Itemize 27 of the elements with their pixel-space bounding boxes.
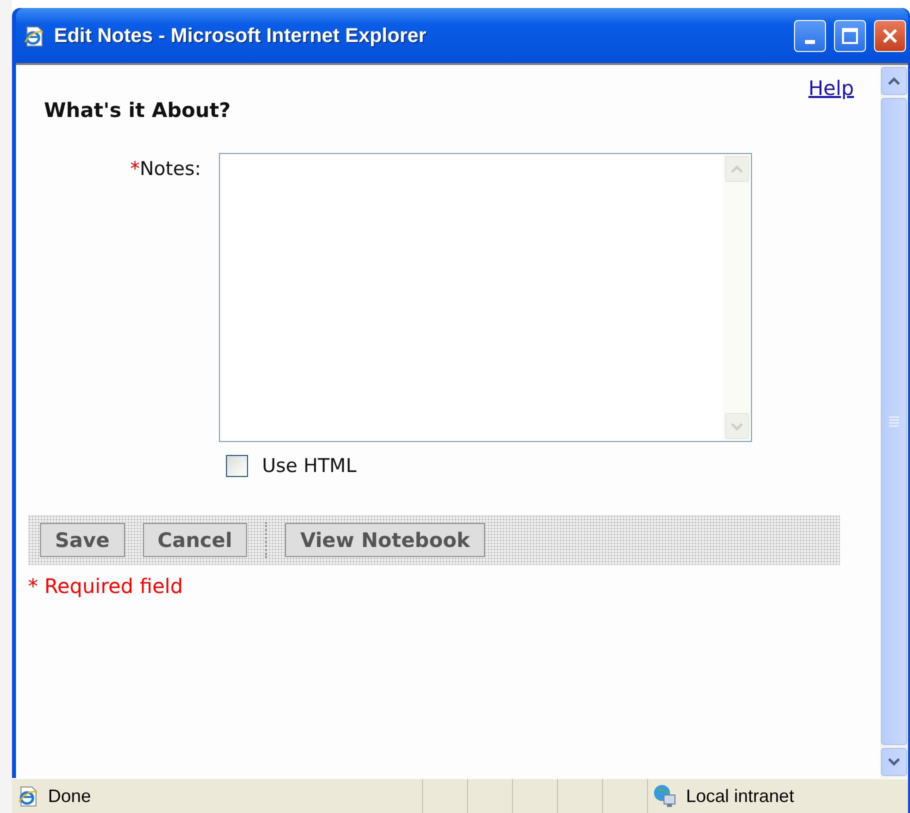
browser-page-icon (16, 784, 40, 808)
form-button[interactable]: View Notebook (285, 522, 485, 556)
notes-label: *Notes: (130, 158, 201, 180)
form-button[interactable]: Save (40, 522, 125, 556)
browser-page-icon (22, 24, 46, 48)
minimize-button[interactable] (794, 20, 826, 52)
checkbox-label: Use HTML (262, 454, 356, 479)
help-link[interactable]: Help (808, 73, 854, 103)
scroll-down-button[interactable] (881, 748, 907, 776)
window-title: Edit Notes - Microsoft Internet Explorer (54, 24, 428, 48)
form-button[interactable]: Cancel (142, 522, 248, 556)
form-heading: What's it About? (44, 97, 232, 124)
status-text: Done (48, 784, 92, 808)
maximize-icon (841, 26, 859, 44)
required-field-note: * Required field (28, 572, 184, 600)
scrollbar[interactable] (880, 65, 908, 778)
close-icon (881, 26, 899, 44)
maximize-button[interactable] (834, 20, 866, 52)
minimize-icon (805, 40, 815, 44)
zone-text: Local intranet (686, 784, 794, 808)
network-globe-icon (652, 783, 678, 809)
scroll-up-button[interactable] (881, 67, 907, 95)
close-button[interactable] (874, 20, 906, 52)
notes-field[interactable] (219, 153, 752, 442)
use-html-checkbox[interactable] (226, 455, 248, 478)
grip-icon (889, 416, 899, 428)
scrollbar-thumb[interactable] (881, 98, 907, 745)
